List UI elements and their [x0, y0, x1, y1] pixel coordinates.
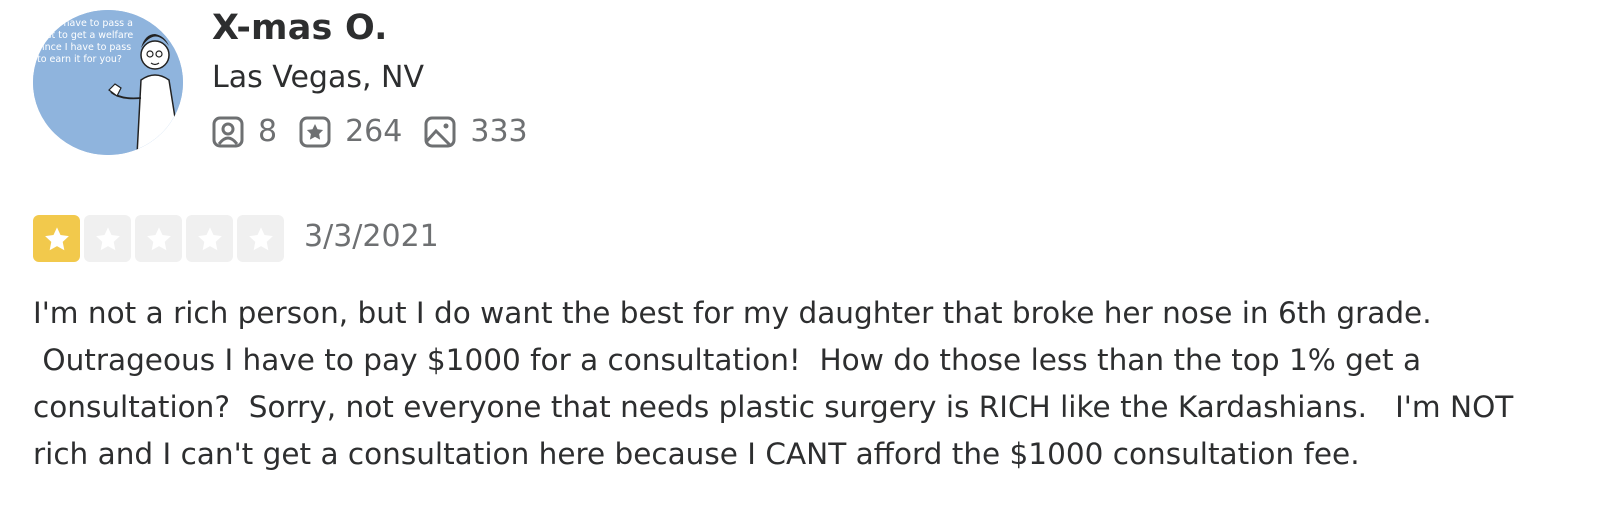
review-text: I'm not a rich person, but I do want the… — [33, 296, 1514, 471]
avatar[interactable]: you have to pass a test to get a welfare… — [33, 10, 183, 155]
reviews-count: 264 — [345, 114, 403, 149]
star-icon — [146, 226, 171, 250]
star-icon — [95, 226, 120, 250]
star-icon — [44, 226, 69, 250]
review-date: 3/3/2021 — [304, 219, 439, 254]
svg-text:rds: rds — [43, 141, 57, 151]
friends-icon — [212, 116, 244, 147]
photo-icon — [424, 116, 456, 147]
star-4 — [186, 215, 233, 262]
star-icon — [197, 226, 222, 250]
friends-stat: 8 — [212, 114, 277, 149]
review-star-icon — [299, 116, 331, 147]
star-3 — [135, 215, 182, 262]
photos-stat: 333 — [424, 114, 528, 149]
star-rating — [33, 215, 284, 262]
reviews-stat: 264 — [299, 114, 402, 149]
star-5 — [237, 215, 284, 262]
svg-text:you have to pass a test: you have to pass a test to get a welfare… — [37, 18, 136, 65]
user-location: Las Vegas, NV — [212, 60, 425, 95]
star-1 — [33, 215, 80, 262]
photos-count: 333 — [470, 114, 528, 149]
star-icon — [248, 226, 273, 250]
star-2 — [84, 215, 131, 262]
friends-count: 8 — [258, 114, 278, 149]
user-name[interactable]: X-mas O. — [212, 8, 388, 48]
avatar-image: you have to pass a test to get a welfare… — [33, 10, 183, 155]
user-stats: 8 264 333 — [212, 114, 550, 149]
